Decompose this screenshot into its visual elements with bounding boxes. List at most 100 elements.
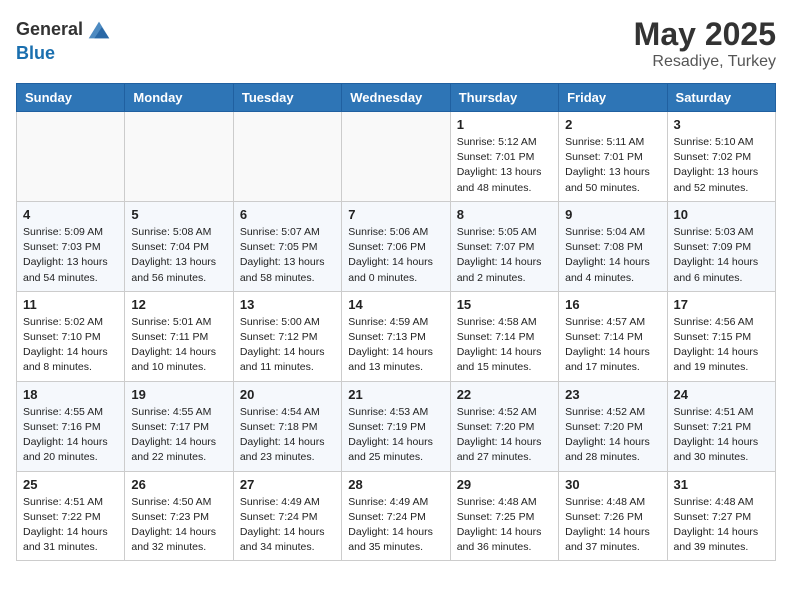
day-info: Sunrise: 4:57 AM Sunset: 7:14 PM Dayligh… [565, 315, 660, 376]
day-header-saturday: Saturday [667, 84, 775, 112]
calendar-cell: 21 Sunrise: 4:53 AM Sunset: 7:19 PM Dayli… [342, 381, 450, 471]
day-number: 3 [674, 117, 769, 132]
day-info: Sunrise: 5:09 AM Sunset: 7:03 PM Dayligh… [23, 225, 118, 286]
day-info: Sunrise: 4:52 AM Sunset: 7:20 PM Dayligh… [565, 405, 660, 466]
location-title: Resadiye, Turkey [634, 53, 776, 71]
day-header-wednesday: Wednesday [342, 84, 450, 112]
day-number: 15 [457, 297, 552, 312]
day-info: Sunrise: 5:02 AM Sunset: 7:10 PM Dayligh… [23, 315, 118, 376]
day-info: Sunrise: 4:48 AM Sunset: 7:25 PM Dayligh… [457, 495, 552, 556]
calendar-cell: 25 Sunrise: 4:51 AM Sunset: 7:22 PM Dayli… [17, 471, 125, 561]
day-info: Sunrise: 5:01 AM Sunset: 7:11 PM Dayligh… [131, 315, 226, 376]
calendar-cell: 16 Sunrise: 4:57 AM Sunset: 7:14 PM Dayli… [559, 291, 667, 381]
day-info: Sunrise: 5:00 AM Sunset: 7:12 PM Dayligh… [240, 315, 335, 376]
day-info: Sunrise: 5:10 AM Sunset: 7:02 PM Dayligh… [674, 135, 769, 196]
calendar-cell: 28 Sunrise: 4:49 AM Sunset: 7:24 PM Dayli… [342, 471, 450, 561]
day-number: 29 [457, 477, 552, 492]
day-info: Sunrise: 5:08 AM Sunset: 7:04 PM Dayligh… [131, 225, 226, 286]
month-title: May 2025 [634, 16, 776, 53]
calendar-cell [233, 112, 341, 202]
calendar-cell: 2 Sunrise: 5:11 AM Sunset: 7:01 PM Daylig… [559, 112, 667, 202]
day-info: Sunrise: 4:59 AM Sunset: 7:13 PM Dayligh… [348, 315, 443, 376]
day-info: Sunrise: 4:53 AM Sunset: 7:19 PM Dayligh… [348, 405, 443, 466]
calendar-cell: 17 Sunrise: 4:56 AM Sunset: 7:15 PM Dayli… [667, 291, 775, 381]
day-info: Sunrise: 5:03 AM Sunset: 7:09 PM Dayligh… [674, 225, 769, 286]
day-number: 26 [131, 477, 226, 492]
day-number: 17 [674, 297, 769, 312]
calendar-cell: 13 Sunrise: 5:00 AM Sunset: 7:12 PM Dayli… [233, 291, 341, 381]
day-number: 21 [348, 387, 443, 402]
day-number: 1 [457, 117, 552, 132]
calendar-week-4: 18Sunrise: 4:55 AM Sunset: 7:16 PM Dayli… [17, 381, 776, 471]
logo: General Blue [16, 16, 113, 64]
calendar-cell [342, 112, 450, 202]
day-number: 6 [240, 207, 335, 222]
title-block: May 2025 Resadiye, Turkey [634, 16, 776, 71]
day-number: 30 [565, 477, 660, 492]
calendar-header-row: SundayMondayTuesdayWednesdayThursdayFrid… [17, 84, 776, 112]
calendar-cell [125, 112, 233, 202]
calendar-cell: 12 Sunrise: 5:01 AM Sunset: 7:11 PM Dayli… [125, 291, 233, 381]
day-info: Sunrise: 4:54 AM Sunset: 7:18 PM Dayligh… [240, 405, 335, 466]
calendar-cell: 11Sunrise: 5:02 AM Sunset: 7:10 PM Dayli… [17, 291, 125, 381]
day-number: 19 [131, 387, 226, 402]
calendar-cell: 8 Sunrise: 5:05 AM Sunset: 7:07 PM Daylig… [450, 201, 558, 291]
calendar-week-3: 11Sunrise: 5:02 AM Sunset: 7:10 PM Dayli… [17, 291, 776, 381]
day-info: Sunrise: 5:11 AM Sunset: 7:01 PM Dayligh… [565, 135, 660, 196]
day-info: Sunrise: 5:12 AM Sunset: 7:01 PM Dayligh… [457, 135, 552, 196]
calendar-cell: 29 Sunrise: 4:48 AM Sunset: 7:25 PM Dayli… [450, 471, 558, 561]
day-header-monday: Monday [125, 84, 233, 112]
calendar-week-1: 1 Sunrise: 5:12 AM Sunset: 7:01 PM Daylig… [17, 112, 776, 202]
calendar-cell: 5 Sunrise: 5:08 AM Sunset: 7:04 PM Daylig… [125, 201, 233, 291]
day-info: Sunrise: 5:07 AM Sunset: 7:05 PM Dayligh… [240, 225, 335, 286]
day-info: Sunrise: 5:06 AM Sunset: 7:06 PM Dayligh… [348, 225, 443, 286]
day-info: Sunrise: 4:55 AM Sunset: 7:17 PM Dayligh… [131, 405, 226, 466]
calendar-cell: 4 Sunrise: 5:09 AM Sunset: 7:03 PM Daylig… [17, 201, 125, 291]
day-number: 12 [131, 297, 226, 312]
day-number: 20 [240, 387, 335, 402]
calendar-cell: 31Sunrise: 4:48 AM Sunset: 7:27 PM Dayli… [667, 471, 775, 561]
calendar-cell: 6 Sunrise: 5:07 AM Sunset: 7:05 PM Daylig… [233, 201, 341, 291]
day-info: Sunrise: 5:05 AM Sunset: 7:07 PM Dayligh… [457, 225, 552, 286]
calendar-cell: 3 Sunrise: 5:10 AM Sunset: 7:02 PM Daylig… [667, 112, 775, 202]
calendar-cell: 26Sunrise: 4:50 AM Sunset: 7:23 PM Dayli… [125, 471, 233, 561]
logo-blue: Blue [16, 44, 113, 64]
day-header-thursday: Thursday [450, 84, 558, 112]
day-info: Sunrise: 4:51 AM Sunset: 7:22 PM Dayligh… [23, 495, 118, 556]
calendar-cell: 18Sunrise: 4:55 AM Sunset: 7:16 PM Dayli… [17, 381, 125, 471]
day-number: 2 [565, 117, 660, 132]
day-header-tuesday: Tuesday [233, 84, 341, 112]
day-number: 14 [348, 297, 443, 312]
day-info: Sunrise: 4:55 AM Sunset: 7:16 PM Dayligh… [23, 405, 118, 466]
calendar-cell: 14 Sunrise: 4:59 AM Sunset: 7:13 PM Dayli… [342, 291, 450, 381]
day-number: 8 [457, 207, 552, 222]
day-header-sunday: Sunday [17, 84, 125, 112]
day-number: 28 [348, 477, 443, 492]
calendar-table: SundayMondayTuesdayWednesdayThursdayFrid… [16, 83, 776, 561]
day-number: 24 [674, 387, 769, 402]
calendar-cell: 22Sunrise: 4:52 AM Sunset: 7:20 PM Dayli… [450, 381, 558, 471]
day-header-friday: Friday [559, 84, 667, 112]
day-info: Sunrise: 4:58 AM Sunset: 7:14 PM Dayligh… [457, 315, 552, 376]
day-number: 23 [565, 387, 660, 402]
day-number: 27 [240, 477, 335, 492]
day-number: 13 [240, 297, 335, 312]
day-info: Sunrise: 4:56 AM Sunset: 7:15 PM Dayligh… [674, 315, 769, 376]
logo-icon [85, 16, 113, 44]
calendar-week-5: 25 Sunrise: 4:51 AM Sunset: 7:22 PM Dayli… [17, 471, 776, 561]
calendar-cell: 19 Sunrise: 4:55 AM Sunset: 7:17 PM Dayli… [125, 381, 233, 471]
calendar-cell: 15 Sunrise: 4:58 AM Sunset: 7:14 PM Dayli… [450, 291, 558, 381]
day-info: Sunrise: 4:48 AM Sunset: 7:26 PM Dayligh… [565, 495, 660, 556]
day-info: Sunrise: 4:49 AM Sunset: 7:24 PM Dayligh… [348, 495, 443, 556]
day-number: 16 [565, 297, 660, 312]
calendar-cell: 23 Sunrise: 4:52 AM Sunset: 7:20 PM Dayli… [559, 381, 667, 471]
day-number: 5 [131, 207, 226, 222]
day-info: Sunrise: 4:52 AM Sunset: 7:20 PM Dayligh… [457, 405, 552, 466]
day-number: 25 [23, 477, 118, 492]
day-number: 4 [23, 207, 118, 222]
calendar-cell [17, 112, 125, 202]
calendar-cell: 7 Sunrise: 5:06 AM Sunset: 7:06 PM Daylig… [342, 201, 450, 291]
calendar-cell: 20 Sunrise: 4:54 AM Sunset: 7:18 PM Dayli… [233, 381, 341, 471]
day-number: 7 [348, 207, 443, 222]
logo-general: General [16, 20, 83, 40]
